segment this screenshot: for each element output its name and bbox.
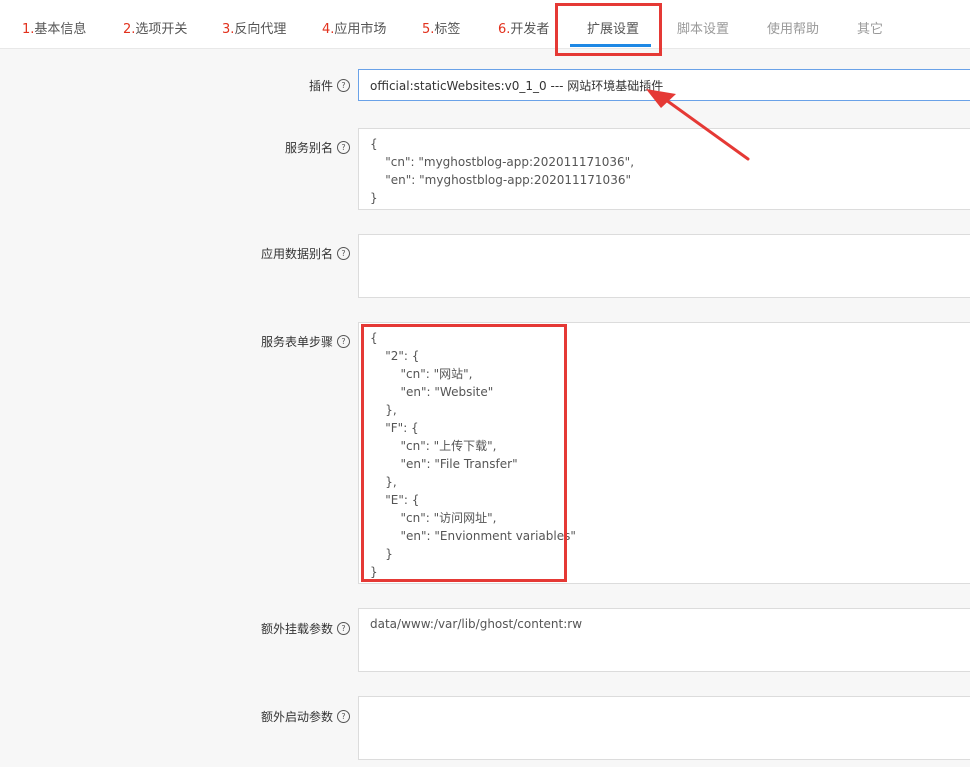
tab-developer[interactable]: 6.开发者 xyxy=(498,18,549,37)
app-data-alias-label: 应用数据别名 ? xyxy=(261,245,350,262)
extra-mounts-textarea[interactable]: data/www:/var/lib/ghost/content:rw xyxy=(358,608,970,672)
tab-option-switches[interactable]: 2.选项开关 xyxy=(123,18,187,37)
tab-other[interactable]: 其它 xyxy=(857,18,883,37)
tab-basic-info[interactable]: 1.基本信息 xyxy=(22,18,86,37)
help-icon[interactable]: ? xyxy=(337,247,350,260)
tab-help[interactable]: 使用帮助 xyxy=(767,18,819,37)
tab-reverse-proxy[interactable]: 3.反向代理 xyxy=(222,18,286,37)
active-tab-indicator xyxy=(570,44,651,47)
extra-start-label: 额外启动参数 ? xyxy=(261,708,350,725)
tab-bar: 1.基本信息 2.选项开关 3.反向代理 4.应用市场 5.标签 6.开发者 扩… xyxy=(0,0,970,49)
tab-app-market[interactable]: 4.应用市场 xyxy=(322,18,386,37)
extra-start-textarea[interactable] xyxy=(358,696,970,760)
form-steps-textarea[interactable]: { "2": { "cn": "网站", "en": "Website" }, … xyxy=(358,322,970,584)
help-icon[interactable]: ? xyxy=(337,622,350,635)
extra-mounts-label: 额外挂载参数 ? xyxy=(261,620,350,637)
help-icon[interactable]: ? xyxy=(337,79,350,92)
help-icon[interactable]: ? xyxy=(337,710,350,723)
tab-extension-settings[interactable]: 扩展设置 xyxy=(587,18,639,37)
service-alias-label: 服务别名 ? xyxy=(285,139,350,156)
help-icon[interactable]: ? xyxy=(337,141,350,154)
app-data-alias-textarea[interactable] xyxy=(358,234,970,298)
tab-script-settings[interactable]: 脚本设置 xyxy=(677,18,729,37)
service-alias-textarea[interactable]: { "cn": "myghostblog-app:202011171036", … xyxy=(358,128,970,210)
tab-tags[interactable]: 5.标签 xyxy=(422,18,460,37)
form-steps-label: 服务表单步骤 ? xyxy=(261,333,350,350)
help-icon[interactable]: ? xyxy=(337,335,350,348)
plugin-label: 插件 ? xyxy=(309,77,350,94)
plugin-select[interactable]: official:staticWebsites:v0_1_0 --- 网站环境基… xyxy=(358,69,970,101)
